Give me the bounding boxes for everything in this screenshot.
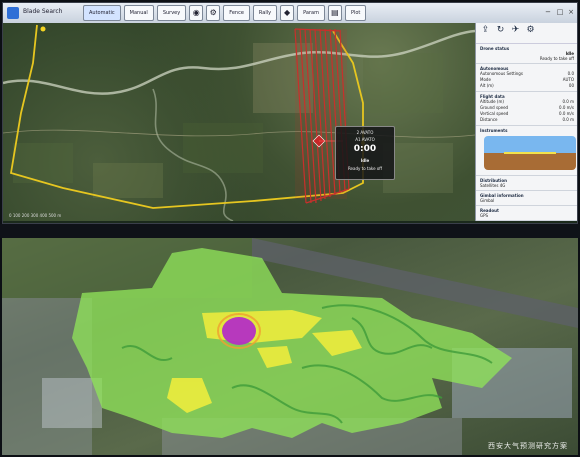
heatmap-image: 西安大气预测研究方案 [2,238,578,455]
home-point-icon[interactable] [40,26,46,32]
distribution-row: Satellites 4G [480,183,506,188]
mission-planner-window: Blade Search Automatic Manual Survey ◉ ⚙… [2,2,578,224]
camera-icon[interactable]: ◉ [189,5,204,21]
flight-data-row: Distance 0.0 m [480,117,574,123]
row-key: Alt (m) [480,83,494,88]
sync-icon[interactable]: ↻ [495,25,506,36]
popup-line-2: A1 AVATO [355,137,375,142]
separator [0,224,580,238]
horizon-marker [504,152,556,154]
attitude-indicator [484,136,576,170]
autonomous-section: Autonomous Autonomous Settings 0.0 Mode AU… [476,64,577,92]
popup-sub: Ready to take off [347,166,383,171]
readout-section: Readout GPS [476,206,577,221]
maximize-button[interactable]: □ [555,7,565,17]
alt-input[interactable]: 00 [569,83,574,89]
distribution-section: Distribution Satellites 4G [476,176,577,191]
watermark: 西安大气预测研究方案 [488,442,568,450]
instruments-title: Instruments [480,128,508,133]
row-key: Distance [480,117,498,122]
row-value: 0.0 m [562,117,574,122]
instruments-section: Instruments [476,126,577,176]
upload-icon[interactable]: ⇪ [480,25,491,36]
panel-toolbar: ⇪ ↻ ✈ ⚙ [476,23,577,44]
side-panel: ⇪ ↻ ✈ ⚙ Drone status Idle Ready to take … [475,23,577,221]
drone-status-section: Drone status Idle Ready to take off [476,44,577,64]
gear-icon[interactable]: ⚙ [206,5,221,21]
tab-param[interactable]: Param [297,5,325,21]
popup-status: Idle [360,158,370,163]
toolbar: Automatic Manual Survey ◉ ⚙ Fence Rally … [83,5,367,21]
app-title: Blade Search [23,8,63,15]
gimbal-section: Gimbal information Gimbal [476,191,577,206]
chart-icon[interactable]: ▤ [327,5,342,21]
minimize-button[interactable]: − [543,7,553,17]
flight-data-section: Flight data Altitude (m) 0.0 m Ground spe… [476,92,577,126]
drone-status-sub: Ready to take off [539,56,574,61]
map-overlay-layer [3,24,475,221]
tab-automatic[interactable]: Automatic [83,5,121,21]
popup-time: 0:00 [353,144,377,154]
app-logo-icon [7,7,19,19]
drone-info-popup: 2 AVATO A1 AVATO 0:00 Idle Ready to take… [335,126,395,180]
tab-manual[interactable]: Manual [123,5,154,21]
settings-icon[interactable]: ⚙ [525,25,536,36]
close-button[interactable]: × [566,7,576,17]
readout-row: GPS [480,213,489,218]
popup-line-1: 2 AVATO [356,130,374,135]
autonomous-row[interactable]: Alt (m) 00 [480,83,574,89]
heatmap-layer [2,238,578,455]
waypoint-icon[interactable]: ◆ [280,5,295,21]
tab-survey[interactable]: Survey [156,5,187,21]
tab-rally[interactable]: Rally [252,5,278,21]
arm-icon[interactable]: ✈ [510,25,521,36]
map-scale: 0 100 200 300 400 500 m [9,213,62,218]
satellite-map[interactable]: 0 100 200 300 400 500 m 2 AVATO A1 AVATO… [3,23,475,221]
title-bar: Blade Search Automatic Manual Survey ◉ ⚙… [3,3,577,24]
tab-plot[interactable]: Plot [344,5,367,21]
tab-fence[interactable]: Fence [223,5,250,21]
gimbal-row: Gimbal [480,198,495,203]
heat-hotspot [222,317,256,345]
